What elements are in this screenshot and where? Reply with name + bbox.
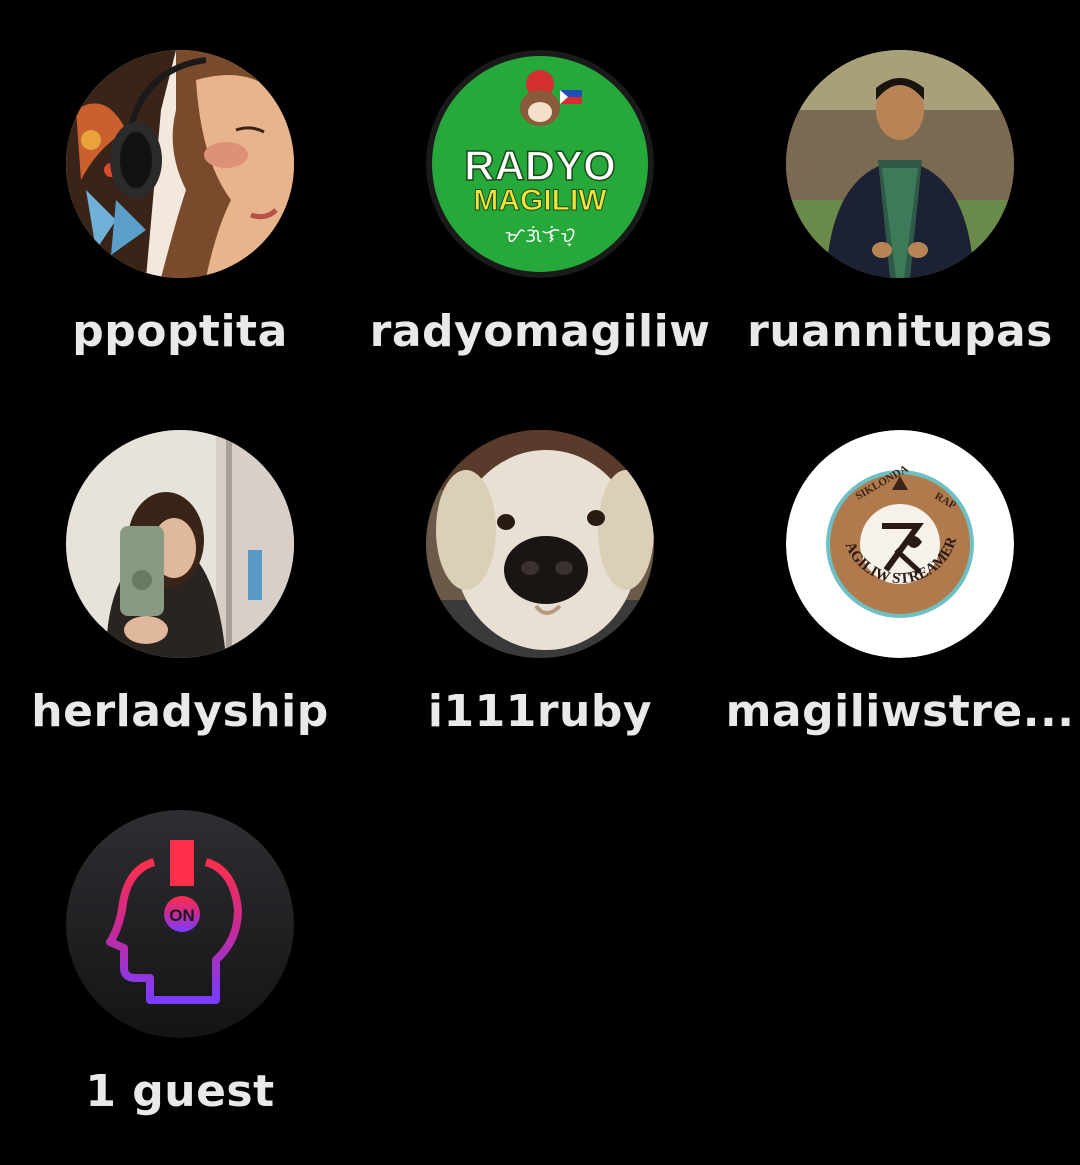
- avatar-ruannitupas: [786, 50, 1014, 278]
- logo-magiliw-text: MAGILIW: [473, 184, 607, 217]
- participant-magiliwstreamers[interactable]: SIKLONDA RAP MAGILIW STREAMERS magiliwst…: [720, 380, 1080, 737]
- logo-on-text: ON: [169, 906, 195, 925]
- magiliw-streamers-badge-icon: SIKLONDA RAP MAGILIW STREAMERS: [786, 430, 1014, 658]
- mirror-selfie-photo-icon: [66, 430, 294, 658]
- username-label: herladyship: [31, 686, 329, 737]
- participant-ppoptita[interactable]: ppoptita: [0, 0, 360, 357]
- logo-radyo-text: RADYO: [464, 142, 616, 189]
- radyo-magiliw-logo-icon: RADYO MAGILIW ᜋᜄᜒᜎᜒᜏ᜔: [426, 50, 654, 278]
- participant-herladyship[interactable]: herladyship: [0, 380, 360, 737]
- golden-retriever-photo-icon: [426, 430, 654, 658]
- username-label: magiliwstre...: [725, 686, 1075, 737]
- avatar-ppoptita: [66, 50, 294, 278]
- avatar-radyomagiliw: RADYO MAGILIW ᜋᜄᜒᜎᜒᜏ᜔: [426, 50, 654, 278]
- man-in-coat-photo-icon: [786, 50, 1014, 278]
- username-label: ppoptita: [72, 306, 288, 357]
- participant-grid: ppoptita RADYO MAGILIW ᜋᜄᜒᜎᜒᜏ᜔ radyomagi…: [0, 0, 1080, 1165]
- participant-i111ruby[interactable]: i111ruby: [360, 380, 720, 737]
- username-label: 1 guest: [85, 1066, 275, 1117]
- avatar-magiliwstreamers: SIKLONDA RAP MAGILIW STREAMERS: [786, 430, 1014, 658]
- username-label: ruannitupas: [747, 306, 1053, 357]
- username-label: radyomagiliw: [369, 306, 711, 357]
- woman-headphones-illustration-icon: [66, 50, 294, 278]
- username-label: i111ruby: [427, 686, 653, 737]
- avatar-herladyship: [66, 430, 294, 658]
- participant-radyomagiliw[interactable]: RADYO MAGILIW ᜋᜄᜒᜎᜒᜏ᜔ radyomagiliw: [360, 0, 720, 357]
- participant-ruannitupas[interactable]: ruannitupas: [720, 0, 1080, 357]
- on-headphones-logo-icon: ON: [66, 810, 294, 1038]
- avatar-i111ruby: [426, 430, 654, 658]
- participant-guest[interactable]: ON 1 guest: [0, 760, 360, 1117]
- logo-script-text: ᜋᜄᜒᜎᜒᜏ᜔: [505, 223, 576, 247]
- avatar-guest: ON: [66, 810, 294, 1038]
